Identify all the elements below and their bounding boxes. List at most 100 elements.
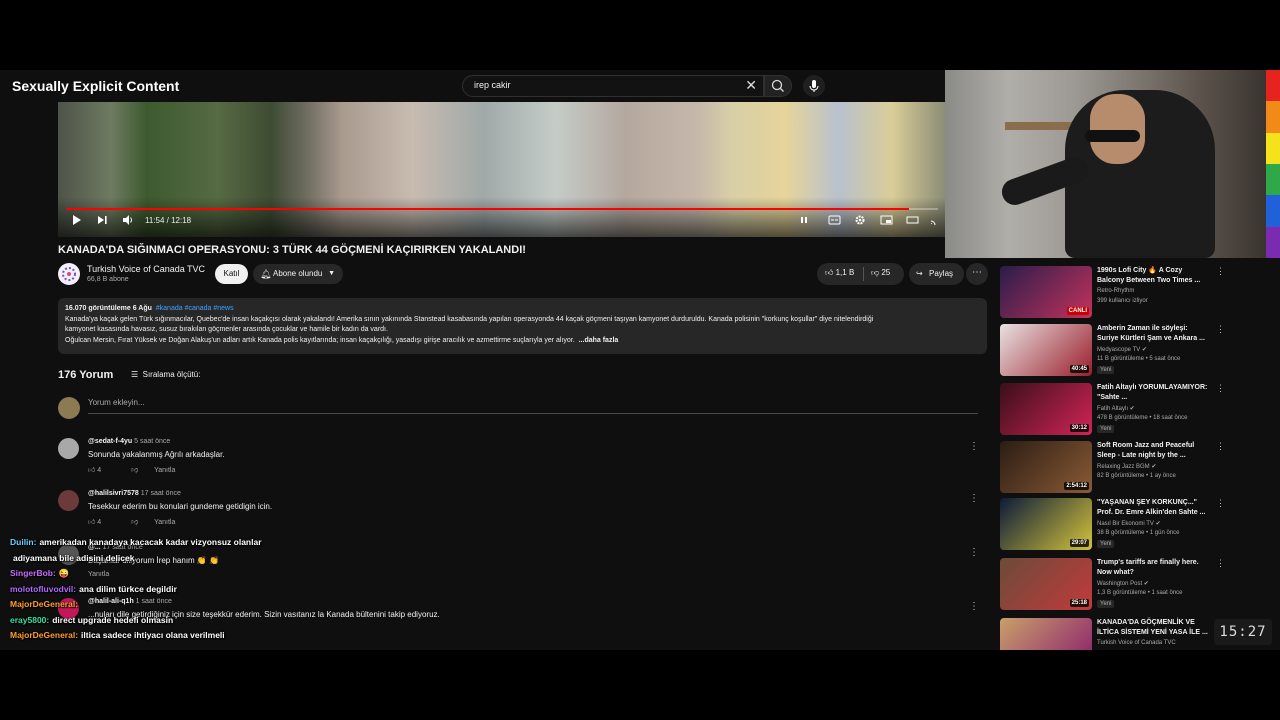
search-value: irep cakir: [474, 80, 511, 90]
sort-icon: ☰: [131, 370, 139, 379]
channel-avatar[interactable]: [58, 263, 80, 285]
join-button[interactable]: Katıl: [215, 264, 248, 284]
voice-search-button[interactable]: [803, 75, 825, 97]
thumbnail[interactable]: 2:54:12: [1000, 441, 1092, 493]
new-badge: Yeni: [1097, 540, 1115, 548]
cast-button[interactable]: [930, 214, 942, 229]
share-button[interactable]: ↪ Paylaş: [909, 263, 964, 285]
recommended-item[interactable]: 25:18 Trump's tariffs are finally here. N…: [1000, 558, 1225, 614]
more-icon[interactable]: ⋮: [1216, 558, 1225, 569]
recommended-item[interactable]: 29:07 "YAŞANAN ŞEY KORKUNÇ..." Prof. Dr. …: [1000, 498, 1225, 554]
overlay-title: Sexually Explicit Content: [12, 78, 180, 94]
thumbnail[interactable]: [1000, 618, 1092, 650]
show-more-link[interactable]: ...daha fazla: [579, 337, 619, 344]
reply-button[interactable]: Yanıtla: [154, 467, 175, 474]
recommended-stats: 478 B görüntüleme • 18 saat önce: [1097, 415, 1188, 421]
comment-menu-button[interactable]: ⋮: [969, 547, 979, 558]
recommended-item[interactable]: KANADA'DA GÖÇMENLİK VE İLTİCA SİSTEMİ YE…: [1000, 618, 1225, 650]
recommended-channel[interactable]: Relaxing Jazz BGM ✔: [1097, 463, 1156, 470]
miniplayer-button[interactable]: [880, 214, 893, 229]
recommended-channel[interactable]: Medyascope TV ✔: [1097, 346, 1147, 353]
duration-badge: 2:54:12: [1064, 482, 1089, 490]
avatar: [58, 397, 80, 419]
dislike-button[interactable]: 👎︎: [131, 519, 138, 526]
chat-message: molotofluvodvil: ana dilim türkce degildi…: [10, 583, 177, 594]
play-button[interactable]: [70, 214, 82, 229]
video-player[interactable]: 11:54 / 12:18: [58, 102, 945, 237]
more-icon[interactable]: ⋮: [1216, 441, 1225, 452]
recommended-title[interactable]: Trump's tariffs are finally here. Now wh…: [1097, 558, 1210, 578]
more-icon[interactable]: ⋮: [1216, 324, 1225, 335]
subscribe-button[interactable]: 🔔︎ Abone olundu ▼: [253, 264, 343, 284]
recommended-channel[interactable]: Washington Post ✔: [1097, 580, 1149, 587]
mic-icon: [809, 80, 819, 92]
more-icon[interactable]: ⋮: [1216, 498, 1225, 509]
close-icon[interactable]: ✕: [745, 77, 757, 94]
duration-badge: 30:12: [1069, 424, 1089, 432]
chat-message: MajorDeGeneral:: [10, 599, 79, 609]
like-button[interactable]: 👍︎ 1,1 B: [825, 268, 854, 278]
recommended-title[interactable]: KANADA'DA GÖÇMENLİK VE İLTİCA SİSTEMİ YE…: [1097, 618, 1210, 638]
thumbnail[interactable]: 40:45: [1000, 324, 1092, 376]
video-title: KANADA'DA SIĞINMACI OPERASYONU: 3 TÜRK 4…: [58, 244, 526, 256]
like-button[interactable]: 👍︎ 4: [88, 467, 115, 474]
more-icon[interactable]: ⋮: [1216, 383, 1225, 394]
comment-input[interactable]: Yorum ekleyin...: [88, 398, 978, 414]
recommended-title[interactable]: Soft Room Jazz and Peaceful Sleep - Late…: [1097, 441, 1210, 461]
description-box[interactable]: 16.070 görüntüleme 6 Ağu #kanada #canada…: [58, 298, 987, 354]
thumbnail[interactable]: CANLI: [1000, 266, 1092, 318]
theater-button[interactable]: [906, 214, 919, 229]
dislike-count: 25: [881, 268, 891, 277]
search-input[interactable]: irep cakir ✕: [462, 75, 764, 97]
recommended-title[interactable]: "YAŞANAN ŞEY KORKUNÇ..." Prof. Dr. Emre …: [1097, 498, 1210, 518]
settings-button[interactable]: [854, 214, 866, 229]
recommended-item[interactable]: 30:12 Fatih Altaylı YORUMLAYAMIYOR: "Saht…: [1000, 383, 1225, 439]
recommended-item[interactable]: 40:45 Amberin Zaman ile söyleşi: Suriye K…: [1000, 324, 1225, 380]
pause-toggle[interactable]: [798, 214, 810, 229]
recommended-item[interactable]: CANLI 1990s Lofi City 🔥 A Cozy Balcony Be…: [1000, 266, 1225, 322]
dislike-button[interactable]: 👎︎ 25: [871, 268, 890, 278]
thumbnail[interactable]: 25:18: [1000, 558, 1092, 610]
description-line: Kanada'ya kaçak gelen Türk sığınmacılar,…: [65, 315, 874, 323]
recommended-channel[interactable]: Turkish Voice of Canada TVC: [1097, 640, 1176, 646]
theater-icon: [906, 216, 919, 224]
search-button[interactable]: [764, 75, 792, 97]
captions-icon: [828, 215, 841, 225]
more-actions-button[interactable]: ⋯: [966, 263, 988, 285]
comment-author[interactable]: @sedat-f-4yu 5 saat önce: [88, 438, 170, 445]
recommended-title[interactable]: Amberin Zaman ile söyleşi: Suriye Kürtle…: [1097, 324, 1210, 344]
next-button[interactable]: [96, 214, 108, 229]
recommended-channel[interactable]: Nasıl Bir Ekonomi TV ✔: [1097, 520, 1161, 527]
comment-menu-button[interactable]: ⋮: [969, 601, 979, 612]
thumbnail[interactable]: 30:12: [1000, 383, 1092, 435]
progress-fill: [66, 208, 910, 210]
thumbnail[interactable]: 29:07: [1000, 498, 1092, 550]
comment-actions: 👍︎ 4 👎︎ Yanıtla: [88, 465, 189, 474]
volume-button[interactable]: [122, 214, 134, 229]
sort-button[interactable]: ☰ Sıralama ölçütü:: [131, 370, 200, 379]
recommended-title[interactable]: 1990s Lofi City 🔥 A Cozy Balcony Between…: [1097, 266, 1210, 286]
like-button[interactable]: 👍︎ 4: [88, 519, 115, 526]
thumbs-down-icon: 👎︎: [871, 268, 880, 277]
recommended-title[interactable]: Fatih Altaylı YORUMLAYAMIYOR: "Sahte ...: [1097, 383, 1210, 403]
progress-bar[interactable]: [66, 208, 938, 210]
recommended-item[interactable]: 2:54:12 Soft Room Jazz and Peaceful Sleep…: [1000, 441, 1225, 497]
comment-avatar[interactable]: [58, 438, 79, 459]
recommended-stats: 11 B görüntüleme • 5 saat önce: [1097, 356, 1181, 362]
subtitles-button[interactable]: [828, 214, 841, 229]
reply-button[interactable]: Yanıtla: [154, 519, 175, 526]
channel-name[interactable]: Turkish Voice of Canada TVC: [87, 264, 205, 274]
description-tags[interactable]: #kanada #canada #news: [156, 305, 234, 312]
chat-message: adiyamana bile adisini delicek: [13, 552, 135, 563]
recommended-channel[interactable]: Fatih Altaylı ✔: [1097, 405, 1135, 412]
volume-icon: [123, 215, 132, 225]
comment-author[interactable]: @halilsivri7578 17 saat önce: [88, 490, 181, 497]
time-display: 11:54 / 12:18: [145, 216, 192, 225]
more-icon[interactable]: ⋮: [1216, 266, 1225, 277]
comment-avatar[interactable]: [58, 490, 79, 511]
comment-menu-button[interactable]: ⋮: [969, 441, 979, 452]
stream-clock: 15:27: [1214, 619, 1272, 645]
comment-menu-button[interactable]: ⋮: [969, 493, 979, 504]
dislike-button[interactable]: 👎︎: [131, 467, 138, 474]
recommended-channel[interactable]: Retro-Rhythm: [1097, 288, 1134, 294]
